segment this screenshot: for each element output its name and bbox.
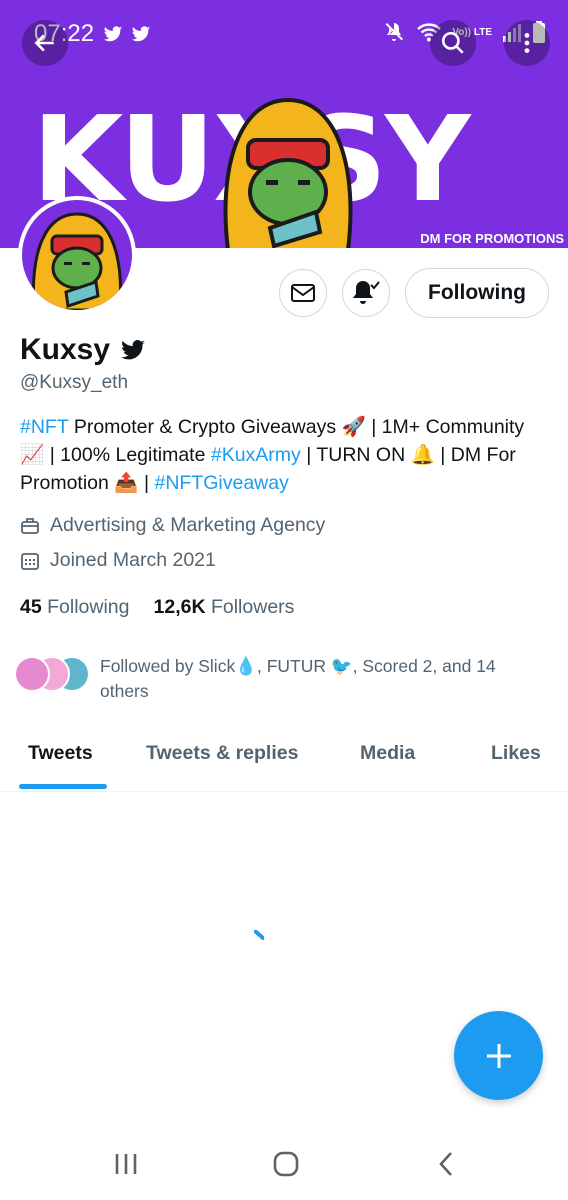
loading-spinner	[254, 930, 264, 940]
hashtag-link[interactable]: #NFT	[20, 416, 68, 438]
search-button[interactable]	[430, 20, 476, 66]
profile-stats: 45 Following 12,6K Followers	[20, 596, 294, 619]
more-vertical-icon	[524, 33, 530, 53]
avatar-character-image	[31, 212, 123, 310]
recent-apps-button[interactable]	[106, 1146, 146, 1182]
profile-name: Kuxsy	[20, 333, 148, 367]
bell-icon	[353, 281, 380, 304]
hashtag-link[interactable]: #KuxArmy	[211, 444, 301, 466]
mail-icon	[291, 284, 315, 302]
system-nav-bar	[0, 1128, 568, 1200]
calendar-icon	[21, 552, 39, 570]
followers-count-link[interactable]: 12,6K Followers	[154, 596, 295, 619]
following-count-link[interactable]: 45 Following	[20, 596, 130, 619]
category-text: Advertising & Marketing Agency	[50, 514, 326, 536]
followers-count: 12,6K	[153, 596, 206, 618]
tab-tweets-replies[interactable]: Tweets & replies	[146, 742, 298, 765]
active-tab-indicator	[19, 784, 107, 789]
compose-tweet-button[interactable]	[454, 1011, 543, 1100]
follower-avatars	[14, 654, 92, 694]
joined-text: Joined March 2021	[50, 549, 216, 571]
profile-tabs: Tweets Tweets & replies Media Likes	[0, 722, 568, 792]
twitter-notification-icon	[103, 26, 123, 42]
back-nav-button[interactable]	[426, 1146, 466, 1182]
mute-icon	[385, 23, 404, 41]
banner-character-illustration	[223, 97, 353, 248]
following-button[interactable]: Following	[405, 268, 549, 318]
home-button[interactable]	[266, 1146, 306, 1182]
tab-likes[interactable]: Likes	[491, 742, 541, 765]
following-count: 45	[20, 596, 42, 618]
search-icon	[441, 31, 464, 54]
recent-apps-icon	[115, 1154, 137, 1174]
followers-label: Followers	[210, 596, 295, 618]
display-name: Kuxsy	[20, 333, 111, 366]
followed-by-text: Followed by Slick💧, FUTUR 🐦, Scored 2, a…	[100, 656, 496, 701]
chevron-left-icon	[439, 1152, 452, 1176]
hashtag-link[interactable]: #NFTGiveaway	[154, 472, 288, 494]
tab-media[interactable]: Media	[360, 742, 415, 765]
home-icon	[273, 1151, 299, 1177]
message-button[interactable]	[279, 269, 327, 317]
twitter-notification-icon	[131, 26, 151, 42]
twitter-bird-icon	[121, 340, 145, 360]
profile-handle: @Kuxsy_eth	[20, 372, 129, 393]
notifications-button[interactable]	[342, 269, 390, 317]
follower-avatar	[14, 656, 50, 692]
briefcase-icon	[21, 517, 39, 534]
following-label: Following	[47, 596, 130, 618]
followed-by[interactable]: Followed by Slick💧, FUTUR 🐦, Scored 2, a…	[14, 654, 530, 704]
arrow-left-icon	[34, 34, 54, 52]
back-button[interactable]	[22, 20, 68, 66]
profile-category: Advertising & Marketing Agency	[20, 514, 325, 537]
profile-bio: #NFT Promoter & Crypto Giveaways 🚀 | 1M+…	[20, 413, 550, 497]
plus-icon	[486, 1043, 511, 1068]
banner-tagline: DM FOR PROMOTIONS	[420, 231, 564, 246]
profile-joined: Joined March 2021	[20, 549, 216, 572]
profile-avatar[interactable]	[18, 196, 136, 314]
more-button[interactable]	[504, 20, 550, 66]
tab-tweets[interactable]: Tweets	[28, 742, 93, 765]
